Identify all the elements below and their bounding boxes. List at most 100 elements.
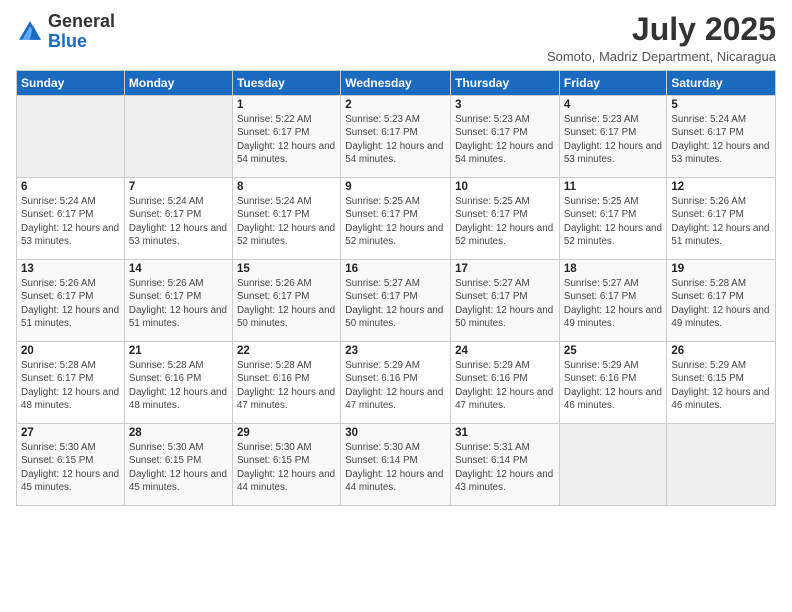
table-row: 11 Sunrise: 5:25 AM Sunset: 6:17 PM Dayli… <box>559 178 666 260</box>
day-number: 6 <box>21 181 120 193</box>
col-monday: Monday <box>124 71 232 96</box>
logo-icon <box>16 18 44 46</box>
day-info: Sunrise: 5:26 AM Sunset: 6:17 PM Dayligh… <box>237 277 336 330</box>
day-number: 8 <box>237 181 336 193</box>
table-row <box>124 96 232 178</box>
day-number: 24 <box>455 345 555 357</box>
table-row: 14 Sunrise: 5:26 AM Sunset: 6:17 PM Dayli… <box>124 260 232 342</box>
table-row: 19 Sunrise: 5:28 AM Sunset: 6:17 PM Dayli… <box>667 260 776 342</box>
day-number: 22 <box>237 345 336 357</box>
day-info: Sunrise: 5:30 AM Sunset: 6:15 PM Dayligh… <box>21 441 120 494</box>
day-info: Sunrise: 5:29 AM Sunset: 6:15 PM Dayligh… <box>671 359 771 412</box>
day-info: Sunrise: 5:23 AM Sunset: 6:17 PM Dayligh… <box>564 113 662 166</box>
table-row: 7 Sunrise: 5:24 AM Sunset: 6:17 PM Daylig… <box>124 178 232 260</box>
day-info: Sunrise: 5:22 AM Sunset: 6:17 PM Dayligh… <box>237 113 336 166</box>
day-info: Sunrise: 5:28 AM Sunset: 6:16 PM Dayligh… <box>129 359 228 412</box>
day-number: 20 <box>21 345 120 357</box>
table-row: 31Sunrise: 5:31 AM Sunset: 6:14 PM Dayli… <box>451 424 560 506</box>
table-row: 1 Sunrise: 5:22 AM Sunset: 6:17 PM Daylig… <box>232 96 340 178</box>
day-info: Sunrise: 5:30 AM Sunset: 6:15 PM Dayligh… <box>129 441 228 494</box>
day-number: 5 <box>671 99 771 111</box>
day-number: 1 <box>237 99 336 111</box>
day-number: 19 <box>671 263 771 275</box>
table-row: 20Sunrise: 5:28 AM Sunset: 6:17 PM Dayli… <box>17 342 125 424</box>
table-row: 27 Sunrise: 5:30 AM Sunset: 6:15 PM Dayli… <box>17 424 125 506</box>
logo: General Blue <box>16 12 115 52</box>
day-info: Sunrise: 5:30 AM Sunset: 6:14 PM Dayligh… <box>345 441 446 494</box>
logo-blue-text: Blue <box>48 31 87 51</box>
table-row: 4 Sunrise: 5:23 AM Sunset: 6:17 PM Daylig… <box>559 96 666 178</box>
day-number: 17 <box>455 263 555 275</box>
day-info: Sunrise: 5:26 AM Sunset: 6:17 PM Dayligh… <box>671 195 771 248</box>
day-info: Sunrise: 5:29 AM Sunset: 6:16 PM Dayligh… <box>345 359 446 412</box>
day-info: Sunrise: 5:29 AM Sunset: 6:16 PM Dayligh… <box>564 359 662 412</box>
table-row: 15 Sunrise: 5:26 AM Sunset: 6:17 PM Dayli… <box>232 260 340 342</box>
day-info: Sunrise: 5:25 AM Sunset: 6:17 PM Dayligh… <box>564 195 662 248</box>
table-row: 13 Sunrise: 5:26 AM Sunset: 6:17 PM Dayli… <box>17 260 125 342</box>
table-row: 18 Sunrise: 5:27 AM Sunset: 6:17 PM Dayli… <box>559 260 666 342</box>
day-number: 26 <box>671 345 771 357</box>
day-number: 23 <box>345 345 446 357</box>
col-friday: Friday <box>559 71 666 96</box>
col-thursday: Thursday <box>451 71 560 96</box>
day-number: 11 <box>564 181 662 193</box>
day-number: 4 <box>564 99 662 111</box>
calendar-table: Sunday Monday Tuesday Wednesday Thursday… <box>16 70 776 506</box>
day-number: 13 <box>21 263 120 275</box>
day-info: Sunrise: 5:26 AM Sunset: 6:17 PM Dayligh… <box>129 277 228 330</box>
day-info: Sunrise: 5:25 AM Sunset: 6:17 PM Dayligh… <box>455 195 555 248</box>
table-row: 16 Sunrise: 5:27 AM Sunset: 6:17 PM Dayli… <box>341 260 451 342</box>
location: Somoto, Madriz Department, Nicaragua <box>547 49 776 64</box>
day-number: 16 <box>345 263 446 275</box>
day-info: Sunrise: 5:24 AM Sunset: 6:17 PM Dayligh… <box>671 113 771 166</box>
day-number: 30 <box>345 427 446 439</box>
day-info: Sunrise: 5:28 AM Sunset: 6:17 PM Dayligh… <box>671 277 771 330</box>
table-row: 10Sunrise: 5:25 AM Sunset: 6:17 PM Dayli… <box>451 178 560 260</box>
table-row: 9 Sunrise: 5:25 AM Sunset: 6:17 PM Daylig… <box>341 178 451 260</box>
col-wednesday: Wednesday <box>341 71 451 96</box>
col-sunday: Sunday <box>17 71 125 96</box>
table-row: 22 Sunrise: 5:28 AM Sunset: 6:16 PM Dayli… <box>232 342 340 424</box>
day-info: Sunrise: 5:27 AM Sunset: 6:17 PM Dayligh… <box>345 277 446 330</box>
day-info: Sunrise: 5:27 AM Sunset: 6:17 PM Dayligh… <box>455 277 555 330</box>
table-row <box>667 424 776 506</box>
table-row: 6 Sunrise: 5:24 AM Sunset: 6:17 PM Daylig… <box>17 178 125 260</box>
day-info: Sunrise: 5:30 AM Sunset: 6:15 PM Dayligh… <box>237 441 336 494</box>
day-number: 27 <box>21 427 120 439</box>
col-saturday: Saturday <box>667 71 776 96</box>
day-number: 9 <box>345 181 446 193</box>
table-row: 21 Sunrise: 5:28 AM Sunset: 6:16 PM Dayli… <box>124 342 232 424</box>
day-info: Sunrise: 5:24 AM Sunset: 6:17 PM Dayligh… <box>237 195 336 248</box>
day-info: Sunrise: 5:31 AM Sunset: 6:14 PM Dayligh… <box>455 441 555 494</box>
day-number: 28 <box>129 427 228 439</box>
table-row: 29 Sunrise: 5:30 AM Sunset: 6:15 PM Dayli… <box>232 424 340 506</box>
day-number: 18 <box>564 263 662 275</box>
day-info: Sunrise: 5:23 AM Sunset: 6:17 PM Dayligh… <box>345 113 446 166</box>
table-row <box>17 96 125 178</box>
table-row: 26 Sunrise: 5:29 AM Sunset: 6:15 PM Dayli… <box>667 342 776 424</box>
day-number: 15 <box>237 263 336 275</box>
day-number: 21 <box>129 345 228 357</box>
day-info: Sunrise: 5:24 AM Sunset: 6:17 PM Dayligh… <box>21 195 120 248</box>
table-row <box>559 424 666 506</box>
day-number: 12 <box>671 181 771 193</box>
day-info: Sunrise: 5:25 AM Sunset: 6:17 PM Dayligh… <box>345 195 446 248</box>
day-info: Sunrise: 5:28 AM Sunset: 6:16 PM Dayligh… <box>237 359 336 412</box>
day-number: 25 <box>564 345 662 357</box>
header: General Blue July 2025 Somoto, Madriz De… <box>16 12 776 64</box>
day-number: 14 <box>129 263 228 275</box>
title-block: July 2025 Somoto, Madriz Department, Nic… <box>547 12 776 64</box>
day-number: 2 <box>345 99 446 111</box>
day-info: Sunrise: 5:24 AM Sunset: 6:17 PM Dayligh… <box>129 195 228 248</box>
day-number: 3 <box>455 99 555 111</box>
table-row: 30 Sunrise: 5:30 AM Sunset: 6:14 PM Dayli… <box>341 424 451 506</box>
table-row: 2 Sunrise: 5:23 AM Sunset: 6:17 PM Daylig… <box>341 96 451 178</box>
day-number: 29 <box>237 427 336 439</box>
day-info: Sunrise: 5:27 AM Sunset: 6:17 PM Dayligh… <box>564 277 662 330</box>
day-number: 7 <box>129 181 228 193</box>
logo-general-text: General <box>48 11 115 31</box>
table-row: 24 Sunrise: 5:29 AM Sunset: 6:16 PM Dayli… <box>451 342 560 424</box>
day-info: Sunrise: 5:29 AM Sunset: 6:16 PM Dayligh… <box>455 359 555 412</box>
day-info: Sunrise: 5:26 AM Sunset: 6:17 PM Dayligh… <box>21 277 120 330</box>
day-info: Sunrise: 5:23 AM Sunset: 6:17 PM Dayligh… <box>455 113 555 166</box>
